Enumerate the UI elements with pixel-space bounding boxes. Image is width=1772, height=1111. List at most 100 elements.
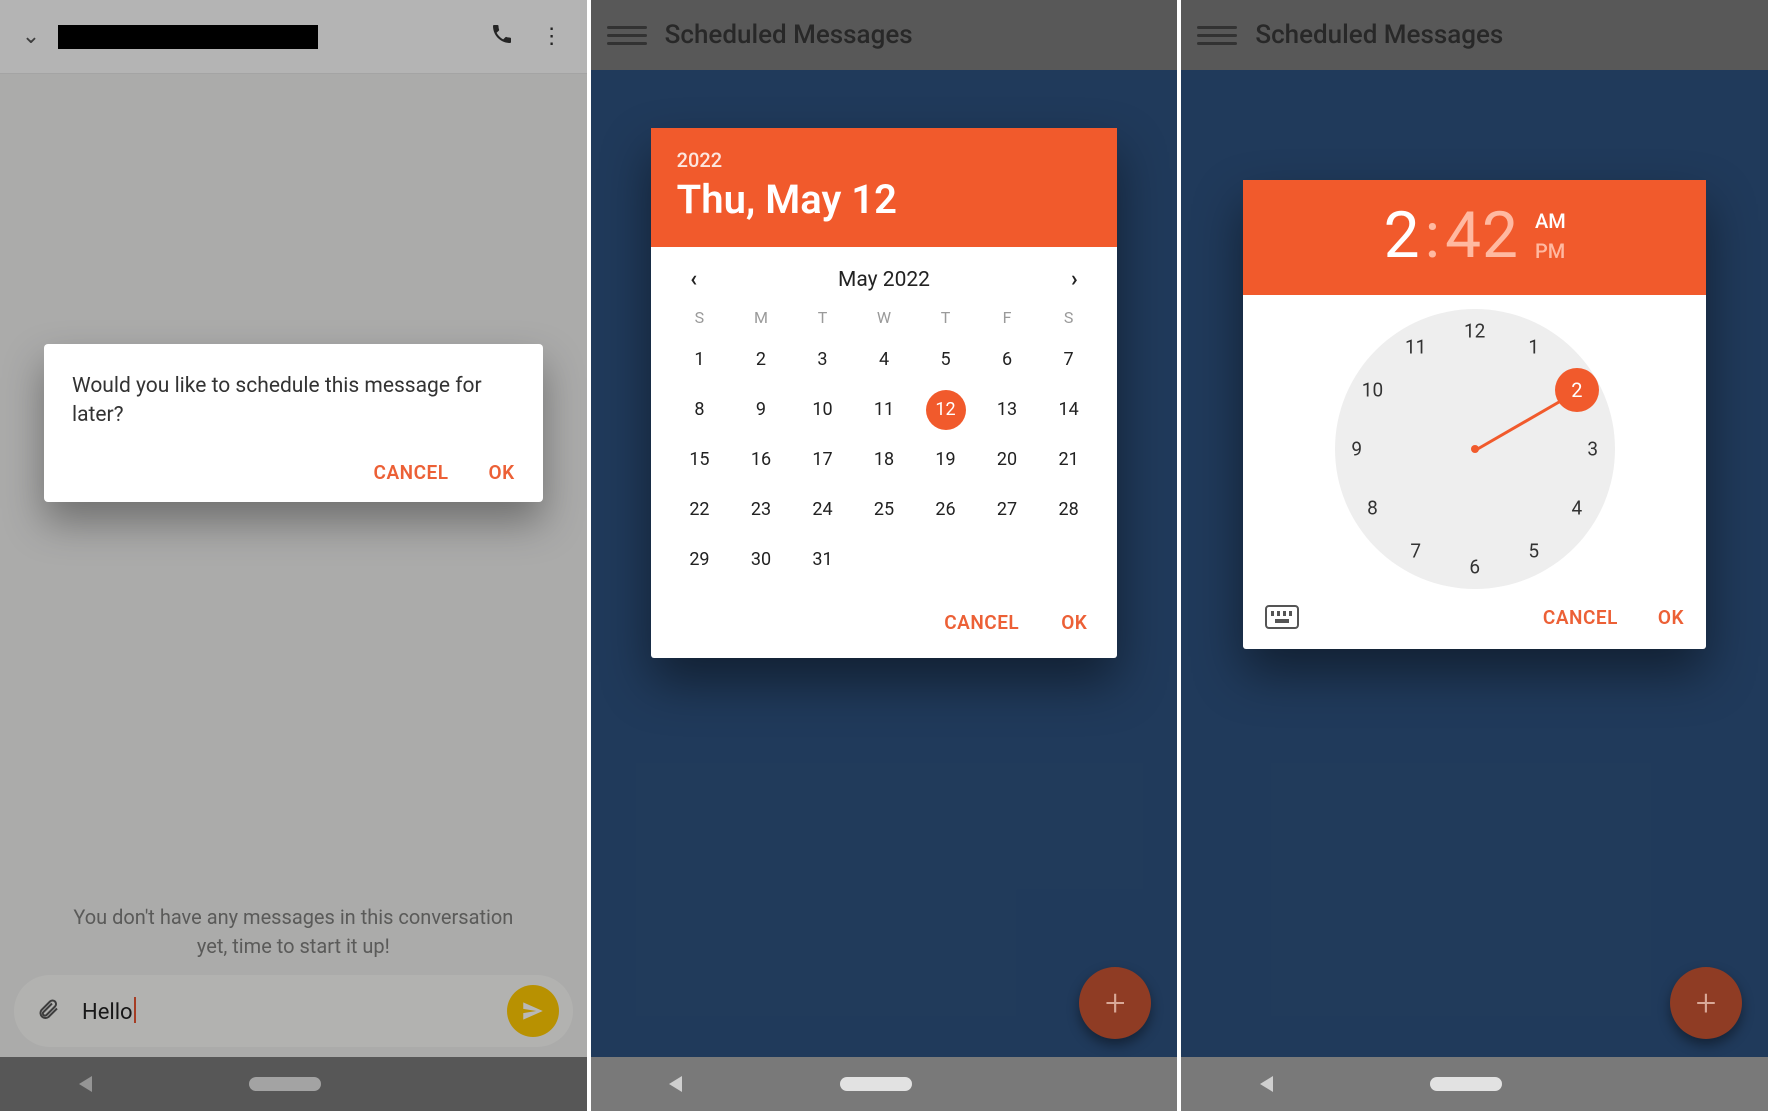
screen-3-time-picker: Scheduled Messages + 2 : 42 AM PM 121234… — [1181, 0, 1772, 1111]
calendar-day[interactable]: 12 — [915, 393, 977, 427]
clock-hour-number[interactable]: 5 — [1518, 540, 1550, 563]
calendar-day[interactable]: 30 — [730, 543, 792, 577]
contact-name-redacted — [58, 25, 318, 49]
ok-button[interactable]: OK — [489, 461, 515, 484]
calendar-day[interactable]: 11 — [853, 393, 915, 427]
calendar-day[interactable]: 31 — [792, 543, 854, 577]
plus-icon: + — [1696, 982, 1716, 1024]
overflow-menu-icon[interactable]: ⋮ — [527, 24, 577, 49]
picker-hour[interactable]: 2 — [1384, 198, 1421, 273]
nav-home-pill[interactable] — [840, 1077, 912, 1091]
android-navbar — [591, 1057, 1178, 1111]
compose-bar: Hello — [14, 975, 573, 1047]
empty-conversation-text: You don't have any messages in this conv… — [0, 903, 587, 961]
clock-hour-number[interactable]: 1 — [1518, 335, 1550, 358]
call-icon[interactable] — [477, 22, 527, 52]
calendar-day[interactable]: 7 — [1038, 343, 1100, 377]
clock-hour-number[interactable]: 4 — [1561, 497, 1593, 520]
screen1-background: ⌄ ⋮ You don't have any messages in this … — [0, 0, 587, 1111]
next-month-icon[interactable]: › — [1059, 267, 1089, 292]
month-nav-row: ‹ May 2022 › — [651, 247, 1118, 298]
clock-hour-number[interactable]: 6 — [1459, 556, 1491, 579]
ok-button[interactable]: OK — [1658, 606, 1684, 629]
prev-month-icon[interactable]: ‹ — [679, 267, 709, 292]
clock-hour-number[interactable]: 12 — [1459, 320, 1491, 343]
nav-back-icon[interactable] — [1260, 1076, 1273, 1092]
dow-header: S — [1038, 308, 1100, 327]
picker-year[interactable]: 2022 — [677, 148, 1092, 172]
calendar-day[interactable]: 4 — [853, 343, 915, 377]
calendar-grid: SMTWTFS123456789101112131415161718192021… — [651, 298, 1118, 601]
attach-icon[interactable] — [28, 996, 68, 1027]
clock-center-pin — [1471, 445, 1479, 453]
calendar-day[interactable]: 21 — [1038, 443, 1100, 477]
calendar-day[interactable]: 5 — [915, 343, 977, 377]
clock-hour-number[interactable]: 8 — [1356, 497, 1388, 520]
collapse-icon[interactable]: ⌄ — [10, 24, 52, 49]
cancel-button[interactable]: CANCEL — [1543, 606, 1618, 629]
dow-header: W — [853, 308, 915, 327]
ok-button[interactable]: OK — [1061, 611, 1087, 634]
cancel-button[interactable]: CANCEL — [944, 611, 1019, 634]
calendar-day[interactable]: 14 — [1038, 393, 1100, 427]
time-picker-actions: CANCEL OK — [1243, 597, 1706, 649]
fab-add-button[interactable]: + — [1079, 967, 1151, 1039]
calendar-day[interactable]: 16 — [730, 443, 792, 477]
text-cursor — [134, 997, 136, 1023]
calendar-day[interactable]: 17 — [792, 443, 854, 477]
message-input[interactable]: Hello — [68, 997, 507, 1025]
calendar-day[interactable]: 10 — [792, 393, 854, 427]
message-input-value: Hello — [82, 1000, 133, 1025]
cancel-button[interactable]: CANCEL — [374, 461, 449, 484]
clock-hour-number[interactable]: 7 — [1400, 540, 1432, 563]
calendar-day[interactable]: 2 — [730, 343, 792, 377]
analog-clock-face[interactable]: 12 12 3 45 6 78 9 10 11 — [1335, 309, 1615, 589]
calendar-day[interactable]: 23 — [730, 493, 792, 527]
calendar-day[interactable]: 15 — [669, 443, 731, 477]
am-toggle[interactable]: AM — [1535, 209, 1566, 233]
time-picker-header: 2 : 42 AM PM — [1243, 180, 1706, 295]
calendar-day[interactable]: 19 — [915, 443, 977, 477]
plus-icon: + — [1105, 982, 1125, 1024]
calendar-day[interactable]: 13 — [976, 393, 1038, 427]
month-label: May 2022 — [838, 268, 930, 292]
android-navbar — [0, 1057, 587, 1111]
calendar-day[interactable]: 18 — [853, 443, 915, 477]
calendar-day[interactable]: 24 — [792, 493, 854, 527]
dow-header: T — [915, 308, 977, 327]
nav-back-icon[interactable] — [669, 1076, 682, 1092]
calendar-day[interactable]: 8 — [669, 393, 731, 427]
pm-toggle[interactable]: PM — [1535, 239, 1566, 263]
calendar-day[interactable]: 20 — [976, 443, 1038, 477]
dow-header: T — [792, 308, 854, 327]
calendar-day[interactable]: 27 — [976, 493, 1038, 527]
screen-2-date-picker: Scheduled Messages + 2022 Thu, May 12 ‹ … — [591, 0, 1182, 1111]
calendar-day[interactable]: 3 — [792, 343, 854, 377]
date-picker-header: 2022 Thu, May 12 — [651, 128, 1118, 247]
dialog-message: Would you like to schedule this message … — [72, 372, 515, 431]
calendar-day[interactable]: 22 — [669, 493, 731, 527]
calendar-day[interactable]: 9 — [730, 393, 792, 427]
date-picker-dialog: 2022 Thu, May 12 ‹ May 2022 › SMTWTFS123… — [651, 128, 1118, 658]
time-picker-dialog: 2 : 42 AM PM 121234567891011 CANCEL OK — [1243, 180, 1706, 649]
calendar-day[interactable]: 29 — [669, 543, 731, 577]
clock-hour-number[interactable]: 11 — [1400, 335, 1432, 358]
nav-home-pill[interactable] — [249, 1077, 321, 1091]
calendar-day[interactable]: 25 — [853, 493, 915, 527]
clock-selected-hour[interactable]: 2 — [1555, 368, 1599, 412]
clock-hour-number[interactable]: 10 — [1356, 379, 1388, 402]
dow-header: M — [730, 308, 792, 327]
calendar-day[interactable]: 6 — [976, 343, 1038, 377]
calendar-day[interactable]: 1 — [669, 343, 731, 377]
send-button[interactable] — [507, 985, 559, 1037]
picker-date[interactable]: Thu, May 12 — [677, 176, 1092, 223]
clock-hour-number[interactable]: 9 — [1341, 438, 1373, 461]
fab-add-button[interactable]: + — [1670, 967, 1742, 1039]
picker-minute[interactable]: 42 — [1445, 198, 1519, 273]
clock-hour-number[interactable]: 3 — [1577, 438, 1609, 461]
keyboard-input-icon[interactable] — [1265, 605, 1299, 629]
nav-home-pill[interactable] — [1430, 1077, 1502, 1091]
calendar-day[interactable]: 28 — [1038, 493, 1100, 527]
calendar-day[interactable]: 26 — [915, 493, 977, 527]
nav-back-icon[interactable] — [79, 1076, 92, 1092]
